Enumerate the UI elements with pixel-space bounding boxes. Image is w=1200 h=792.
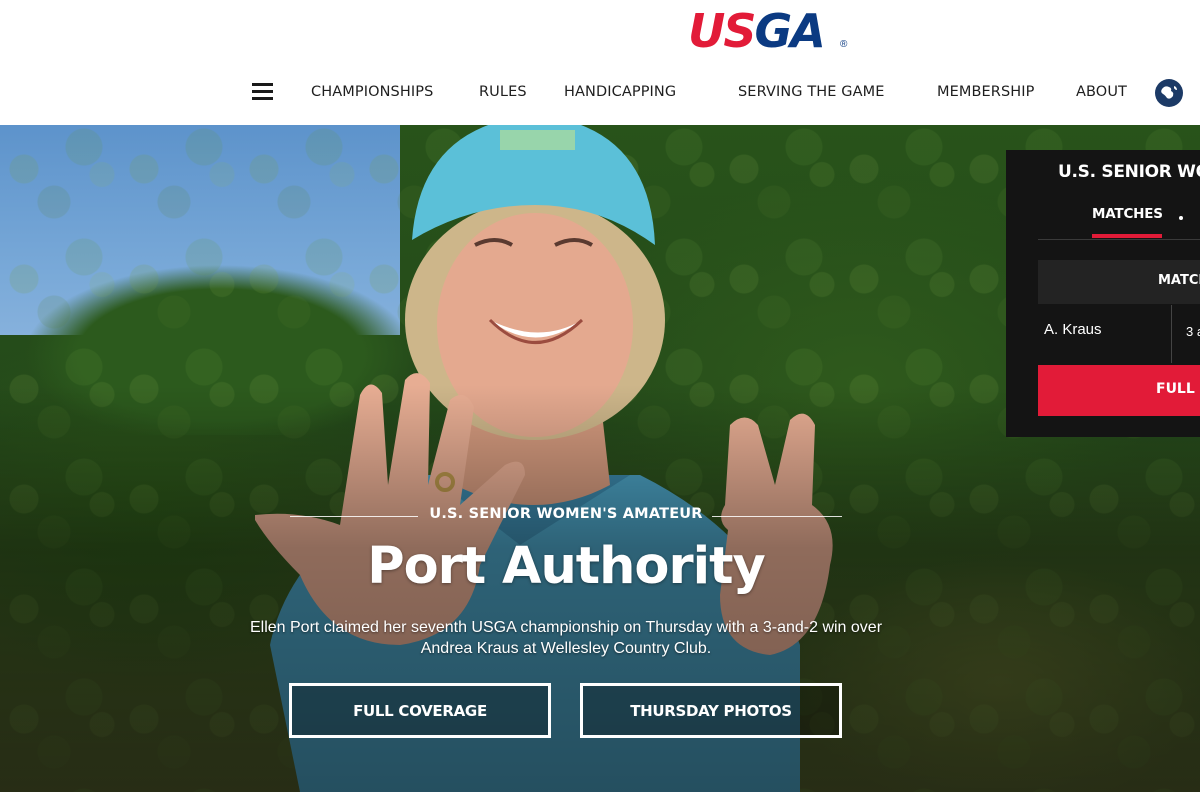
championship-scoreboard-widget: U.S. SENIOR WO MATCHES MATCH A. Kraus 3 … [1006, 150, 1200, 437]
site-header: USGA ® CHAMPIONSHIPS RULES HANDICAPPING … [0, 0, 1200, 125]
hamburger-menu-icon[interactable] [252, 83, 273, 100]
hero-headline[interactable]: Port Authority [250, 535, 882, 599]
logo-wordmark: USGA [688, 4, 826, 58]
nav-item-about[interactable]: ABOUT [1076, 82, 1127, 102]
widget-title[interactable]: U.S. SENIOR WO [1058, 162, 1200, 182]
score-divider [1171, 305, 1172, 363]
tab-separator-dot [1179, 216, 1183, 220]
nav-item-handicapping[interactable]: HANDICAPPING [564, 82, 676, 102]
thursday-photos-button[interactable]: THURSDAY PHOTOS [580, 683, 842, 738]
active-tab-indicator [1092, 234, 1162, 238]
full-scoring-button[interactable]: FULL S [1038, 365, 1200, 416]
hero-eyebrow[interactable]: U.S. SENIOR WOMEN'S AMATEUR [290, 506, 842, 522]
eyebrow-rule-right [712, 516, 842, 517]
full-scoring-label: FULL S [1156, 381, 1200, 397]
usga-logo[interactable]: USGA ® [688, 6, 850, 56]
hero-banner: U.S. SENIOR WOMEN'S AMATEUR Port Authori… [0, 125, 1200, 792]
registered-mark: ® [840, 39, 848, 50]
hero-summary: Ellen Port claimed her seventh USGA cham… [249, 619, 883, 657]
hero-eyebrow-row: U.S. SENIOR WOMEN'S AMATEUR [290, 504, 842, 528]
match-header: MATCH [1038, 260, 1200, 304]
nav-item-championships[interactable]: CHAMPIONSHIPS [311, 82, 433, 102]
tab-matches[interactable]: MATCHES [1092, 206, 1163, 222]
main-nav: CHAMPIONSHIPS RULES HANDICAPPING SERVING… [0, 72, 1200, 114]
globe-icon[interactable] [1155, 79, 1183, 107]
nav-item-membership[interactable]: MEMBERSHIP [937, 82, 1035, 102]
nav-item-rules[interactable]: RULES [479, 82, 527, 102]
match-score: 3 a [1186, 324, 1200, 339]
player-name: A. Kraus [1044, 321, 1102, 338]
match-header-label: MATCH [1158, 273, 1200, 288]
nav-item-serving-the-game[interactable]: SERVING THE GAME [738, 82, 885, 102]
full-coverage-button[interactable]: FULL COVERAGE [289, 683, 551, 738]
